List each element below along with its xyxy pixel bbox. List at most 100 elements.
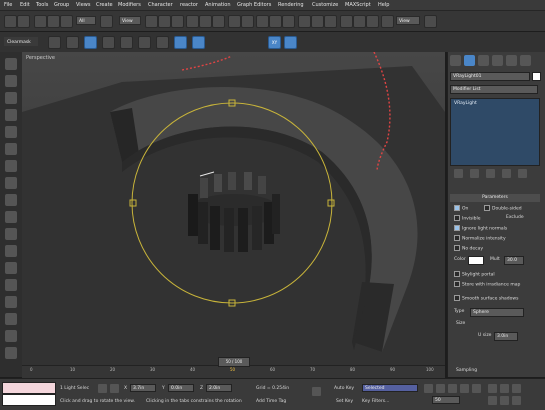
- ref-coord-dropdown[interactable]: View: [119, 16, 141, 25]
- tool-icon[interactable]: [5, 347, 17, 359]
- y-coord-field[interactable]: 0.0in: [168, 384, 194, 392]
- tool-icon[interactable]: [5, 92, 17, 104]
- select-object-icon[interactable]: [100, 15, 113, 28]
- tool-icon[interactable]: [5, 262, 17, 274]
- selection-filter-dropdown[interactable]: All: [76, 16, 96, 25]
- tool-icon[interactable]: [5, 75, 17, 87]
- tool-icon[interactable]: [5, 245, 17, 257]
- snap-edge-icon[interactable]: [102, 36, 115, 49]
- go-to-start-icon[interactable]: [424, 384, 433, 393]
- create-tab-icon[interactable]: [450, 55, 461, 66]
- snap-pivot-icon[interactable]: [138, 36, 151, 49]
- play-icon[interactable]: [448, 384, 457, 393]
- pan-icon[interactable]: [488, 396, 497, 405]
- modifier-stack[interactable]: VRayLight: [450, 98, 540, 166]
- snap-bbox-icon[interactable]: [156, 36, 169, 49]
- tool-icon[interactable]: [5, 279, 17, 291]
- snaps-toggle-icon[interactable]: [256, 15, 269, 28]
- bind-spacewarp-icon[interactable]: [60, 15, 73, 28]
- tool-icon[interactable]: [5, 177, 17, 189]
- orbit-icon[interactable]: [500, 396, 509, 405]
- smooth-shadows-checkbox[interactable]: Smooth surface shadows: [454, 295, 518, 302]
- previous-frame-icon[interactable]: [436, 384, 445, 393]
- zoom-extents-icon[interactable]: [512, 384, 521, 393]
- layer-manager-icon[interactable]: [324, 15, 337, 28]
- tool-icon[interactable]: [5, 211, 17, 223]
- object-color-swatch[interactable]: [532, 72, 541, 81]
- ignore-normals-checkbox[interactable]: Ignore light normals: [454, 225, 507, 232]
- align-icon[interactable]: [311, 15, 324, 28]
- perspective-viewport[interactable]: Perspective: [22, 52, 445, 365]
- tool-icon[interactable]: [5, 58, 17, 70]
- parameters-rollout[interactable]: Parameters: [450, 194, 540, 202]
- menu-reactor[interactable]: reactor: [180, 1, 198, 9]
- select-by-name-icon[interactable]: [145, 15, 158, 28]
- x-coord-field[interactable]: 3.7in: [130, 384, 156, 392]
- rect-select-icon[interactable]: [158, 15, 171, 28]
- menu-help[interactable]: Help: [378, 1, 389, 9]
- axis-xy-button[interactable]: XY: [268, 36, 281, 49]
- render-setup-icon[interactable]: [381, 15, 394, 28]
- menu-file[interactable]: File: [4, 1, 12, 9]
- snap-perpendicular-icon[interactable]: [192, 36, 205, 49]
- current-frame-field[interactable]: 50: [432, 396, 460, 404]
- menu-rendering[interactable]: Rendering: [278, 1, 304, 9]
- hierarchy-tab-icon[interactable]: [478, 55, 489, 66]
- tool-icon[interactable]: [5, 313, 17, 325]
- axis-constraint-icon[interactable]: [284, 36, 297, 49]
- exclude-button[interactable]: Exclude: [506, 215, 524, 220]
- utilities-tab-icon[interactable]: [520, 55, 531, 66]
- menu-animation[interactable]: Animation: [205, 1, 231, 9]
- normalize-checkbox[interactable]: Normalize intensity: [454, 235, 506, 242]
- key-filters-button[interactable]: Key Filters...: [362, 399, 389, 404]
- add-time-tag-button[interactable]: Add Time Tag: [256, 399, 286, 404]
- time-slider-thumb[interactable]: 50 / 100: [218, 357, 250, 367]
- rotate-icon[interactable]: [199, 15, 212, 28]
- curve-editor-icon[interactable]: [340, 15, 353, 28]
- window-crossing-icon[interactable]: [171, 15, 184, 28]
- snap-vertex-icon[interactable]: [48, 36, 61, 49]
- menu-modifiers[interactable]: Modifiers: [118, 1, 141, 9]
- lock-selection-icon[interactable]: [98, 384, 107, 393]
- show-end-result-icon[interactable]: [470, 169, 479, 178]
- angle-snap-icon[interactable]: [269, 15, 282, 28]
- scale-icon[interactable]: [212, 15, 225, 28]
- menu-views[interactable]: Views: [76, 1, 90, 9]
- menu-character[interactable]: Character: [148, 1, 173, 9]
- snap-face-icon[interactable]: [120, 36, 133, 49]
- tool-icon[interactable]: [5, 330, 17, 342]
- mirror-icon[interactable]: [298, 15, 311, 28]
- tool-icon[interactable]: [5, 126, 17, 138]
- store-irradiance-checkbox[interactable]: Store with irradiance map: [454, 281, 520, 288]
- snap-midpoint-icon[interactable]: [84, 36, 97, 49]
- mult-spinner[interactable]: 30.0: [504, 256, 524, 265]
- key-icon[interactable]: [312, 387, 321, 396]
- selected-dropdown[interactable]: Selected: [362, 384, 418, 392]
- move-icon[interactable]: [186, 15, 199, 28]
- type-dropdown[interactable]: Sphere: [470, 308, 524, 317]
- auto-key-button[interactable]: Auto Key: [334, 386, 354, 391]
- tool-icon[interactable]: [5, 109, 17, 121]
- u-size-spinner[interactable]: 3.0in: [494, 332, 518, 341]
- skylight-checkbox[interactable]: Skylight portal: [454, 271, 495, 278]
- tool-icon[interactable]: [5, 160, 17, 172]
- menu-tools[interactable]: Tools: [36, 1, 48, 9]
- link-icon[interactable]: [34, 15, 47, 28]
- pivot-center-icon[interactable]: [228, 15, 241, 28]
- set-key-button[interactable]: Set Key: [336, 399, 353, 404]
- display-tab-icon[interactable]: [506, 55, 517, 66]
- zoom-icon[interactable]: [488, 384, 497, 393]
- quick-render-icon[interactable]: [424, 15, 437, 28]
- no-decay-checkbox[interactable]: No decay: [454, 245, 483, 252]
- remove-modifier-icon[interactable]: [502, 169, 511, 178]
- viewport-label[interactable]: Perspective: [26, 55, 55, 61]
- make-unique-icon[interactable]: [486, 169, 495, 178]
- modify-tab-icon[interactable]: [464, 55, 475, 66]
- material-editor-icon[interactable]: [366, 15, 379, 28]
- tool-icon[interactable]: [5, 194, 17, 206]
- tool-icon[interactable]: [5, 296, 17, 308]
- unlink-icon[interactable]: [47, 15, 60, 28]
- double-sided-checkbox[interactable]: Double-sided: [484, 205, 522, 212]
- go-to-end-icon[interactable]: [472, 384, 481, 393]
- modifier-list-dropdown[interactable]: Modifier List: [450, 85, 538, 94]
